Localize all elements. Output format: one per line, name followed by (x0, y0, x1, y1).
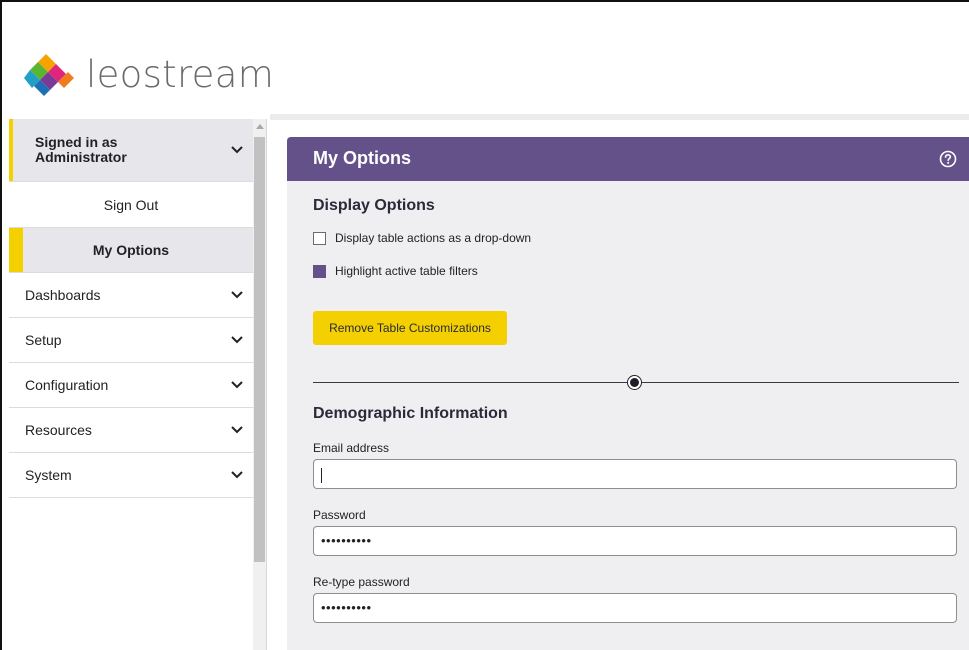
sidebar-item-dashboards[interactable]: Dashboards (9, 273, 253, 318)
divider-knob-icon (627, 375, 642, 390)
sidebar-signed-in[interactable]: Signed in as Administrator (9, 119, 253, 182)
sidebar-item-configuration[interactable]: Configuration (9, 363, 253, 408)
option-highlight-filters[interactable]: Highlight active table filters (313, 264, 478, 278)
active-indicator (9, 119, 13, 181)
sidebar-item-my-options[interactable]: My Options (9, 228, 253, 273)
checkbox-highlight-filters[interactable] (313, 264, 326, 278)
sidebar-item-setup[interactable]: Setup (9, 318, 253, 363)
sign-out-label: Sign Out (103, 196, 159, 213)
sidebar-scrollbar[interactable] (253, 119, 267, 650)
scroll-up-arrow-icon[interactable] (256, 124, 264, 129)
checkbox-label: Display table actions as a drop-down (335, 231, 532, 245)
help-circle-icon[interactable] (939, 150, 957, 168)
retype-password-field[interactable]: •••••••••• (313, 593, 957, 623)
checkbox-label: Highlight active table filters (335, 264, 478, 278)
password-field[interactable]: •••••••••• (313, 526, 957, 556)
sidebar-item-label: System (25, 467, 72, 483)
panel-header: My Options (287, 137, 969, 181)
retype-password-label: Re-type password (313, 575, 410, 589)
my-options-label: My Options (92, 242, 170, 258)
display-options-title: Display Options (313, 197, 435, 214)
email-label: Email address (313, 441, 390, 455)
email-field[interactable] (313, 459, 957, 489)
sidebar-item-label: Configuration (25, 377, 109, 393)
text-caret (321, 468, 322, 483)
scrollbar-thumb[interactable] (254, 137, 265, 562)
sidebar-item-label: Resources (25, 422, 92, 438)
chevron-down-icon (231, 381, 243, 389)
sidebar-item-system[interactable]: System (9, 453, 253, 498)
checkbox-table-actions-dropdown[interactable] (313, 231, 326, 245)
sidebar-item-sign-out[interactable]: Sign Out (9, 182, 253, 228)
sidebar-item-resources[interactable]: Resources (9, 408, 253, 453)
brand-logo[interactable]: leostream (22, 50, 274, 100)
chevron-down-icon (231, 426, 243, 434)
brand-name: leostream (86, 53, 275, 96)
chevron-down-icon (231, 146, 243, 154)
chevron-down-icon (231, 471, 243, 479)
my-options-panel: My Options Display Options Display table… (287, 137, 969, 650)
remove-table-customizations-button[interactable]: Remove Table Customizations (313, 311, 507, 345)
option-table-actions-dropdown[interactable]: Display table actions as a drop-down (313, 231, 531, 245)
active-indicator (9, 228, 23, 272)
sidebar-item-label: Dashboards (25, 287, 101, 303)
sidebar: Signed in as Administrator Sign Out My O… (9, 119, 253, 650)
chevron-down-icon (231, 291, 243, 299)
signed-in-label: Signed in as Administrator (35, 134, 127, 165)
password-label: Password (313, 508, 366, 522)
leostream-logo-icon (24, 54, 74, 96)
page-title: My Options (313, 148, 411, 168)
chevron-down-icon (231, 336, 243, 344)
sidebar-item-label: Setup (25, 332, 62, 348)
demographic-title: Demographic Information (313, 405, 508, 422)
